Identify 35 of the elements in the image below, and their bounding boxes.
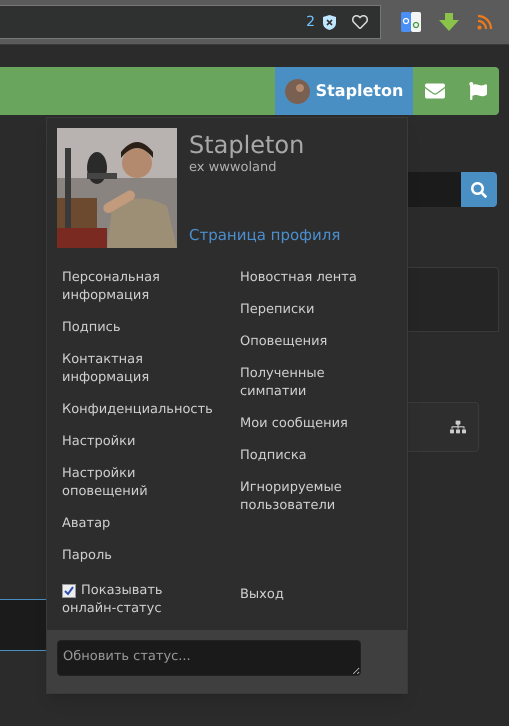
download-arrow-icon[interactable] — [439, 13, 459, 31]
menu-item[interactable]: Аватар — [62, 508, 222, 540]
search-icon — [471, 182, 487, 198]
rss-icon[interactable] — [477, 14, 493, 30]
menu-item[interactable]: Игнорируемые пользователи — [240, 472, 392, 522]
heart-icon[interactable] — [352, 14, 368, 30]
profile-link[interactable]: Страница профиля — [189, 224, 340, 246]
menu-item[interactable]: Подписка — [240, 440, 392, 472]
menu-item[interactable]: Контактная информация — [62, 344, 222, 394]
menu-item[interactable]: Оповещения — [240, 326, 392, 358]
blocked-count: 2 — [306, 12, 315, 32]
translate-icon[interactable] — [401, 12, 421, 32]
avatar-icon — [284, 78, 310, 104]
user-title: ex wwwoland — [189, 160, 278, 176]
menu-item[interactable]: Мои сообщения — [240, 408, 392, 440]
menu-item[interactable]: Персональная информация — [62, 262, 222, 312]
shield-icon[interactable] — [323, 14, 336, 30]
status-field[interactable]: Обновить статус... — [57, 640, 361, 676]
sitemap-icon[interactable] — [450, 419, 466, 435]
menu-item[interactable]: Переписки — [240, 294, 392, 326]
menu-item[interactable]: Полученные симпатии — [240, 358, 392, 408]
logout-link[interactable]: Выход — [240, 586, 392, 630]
checkbox[interactable] — [62, 584, 76, 598]
menu-item[interactable]: Настройки оповещений — [62, 458, 222, 508]
user-name: Stapleton — [189, 130, 306, 160]
online-status-toggle[interactable]: Показывать онлайн-статус — [62, 582, 197, 618]
menu-item[interactable]: Настройки — [62, 426, 222, 458]
flag-icon[interactable] — [469, 82, 487, 100]
menu-item[interactable]: Подпись — [62, 312, 222, 344]
menu-item[interactable]: Пароль — [62, 540, 222, 572]
address-bar[interactable]: 2 — [0, 5, 381, 39]
search-button[interactable] — [461, 172, 497, 207]
mail-icon[interactable] — [425, 81, 445, 101]
menu-item[interactable]: Конфиденциальность — [62, 394, 222, 426]
menu-item[interactable]: Новостная лента — [240, 262, 392, 294]
